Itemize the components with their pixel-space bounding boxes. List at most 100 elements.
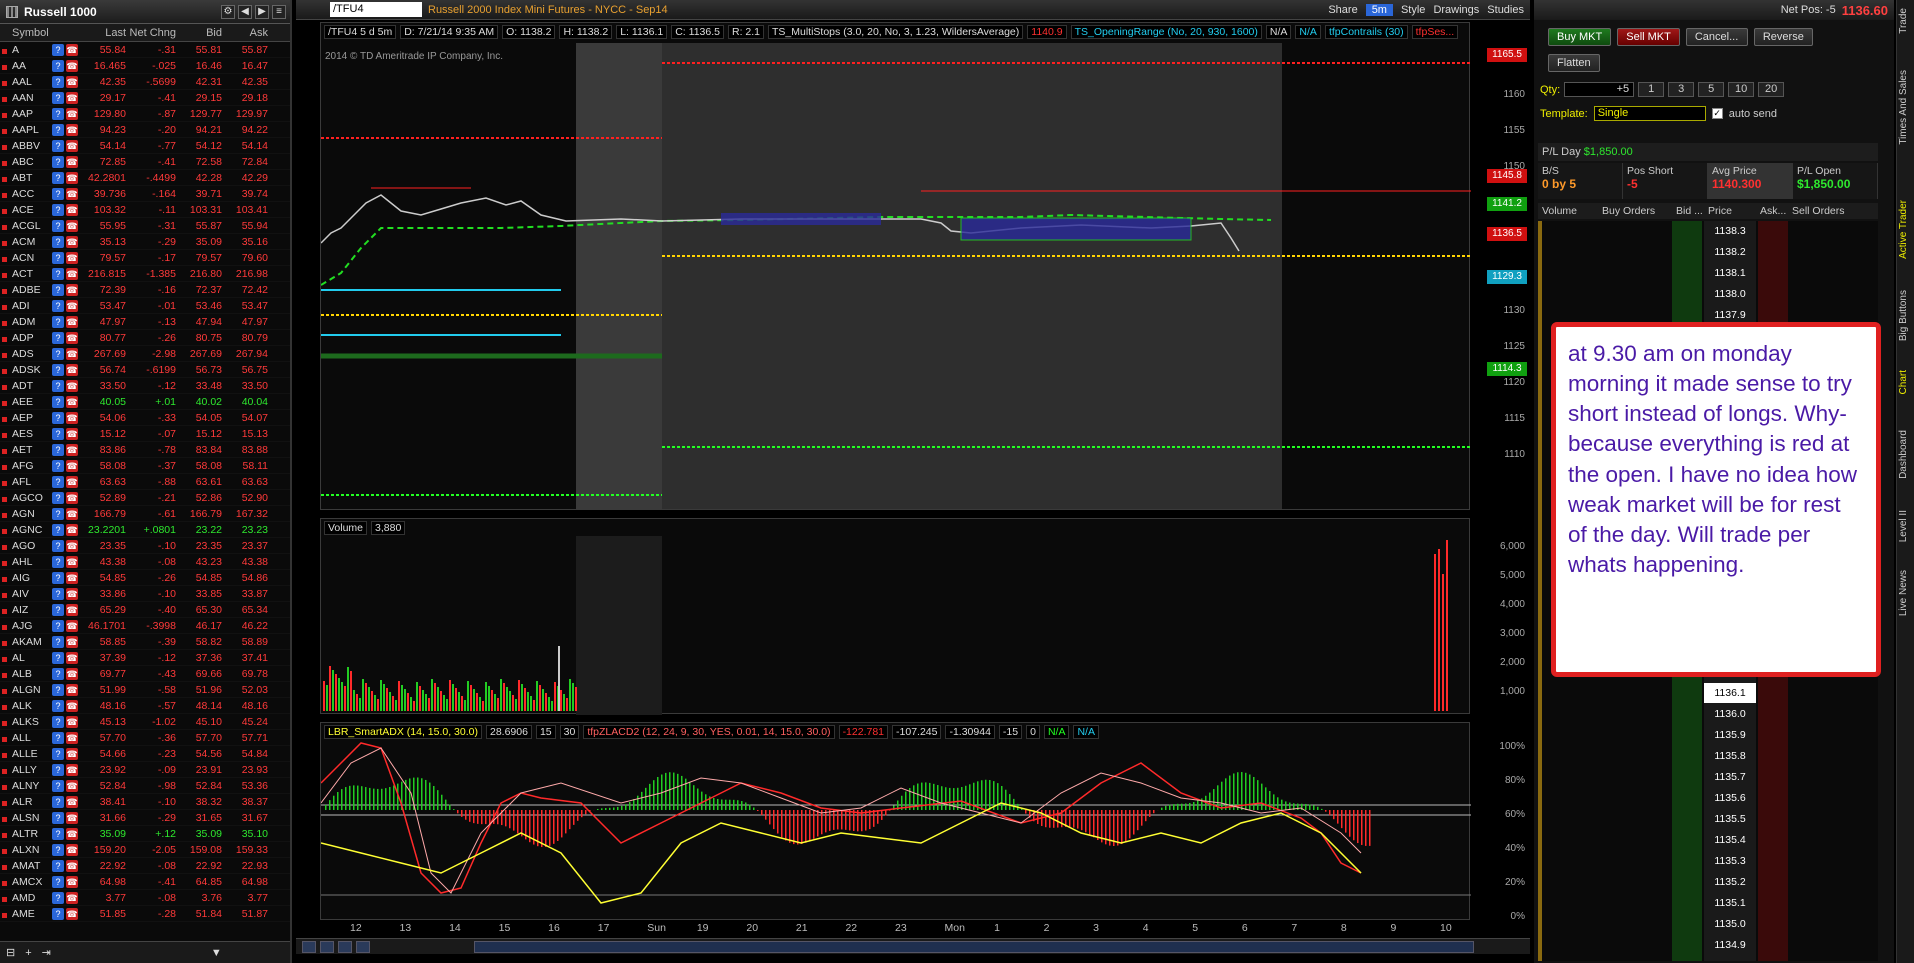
scrollbar[interactable] <box>474 940 1474 953</box>
quote-icon[interactable]: ? <box>52 891 64 904</box>
quote-icon[interactable]: ? <box>52 747 64 760</box>
watchlist-row[interactable]: AGN? ☎ 166.79 -.61 166.79 167.32 <box>0 506 290 522</box>
row-symbol[interactable]: AMAT <box>0 860 52 872</box>
phone-icon[interactable]: ☎ <box>66 523 78 536</box>
ladder-col-header[interactable]: Bid ... <box>1672 203 1704 219</box>
row-symbol[interactable]: ADI <box>0 300 52 312</box>
phone-icon[interactable]: ☎ <box>66 747 78 760</box>
phone-icon[interactable]: ☎ <box>66 907 78 920</box>
timeframe-button[interactable]: 5m <box>1365 3 1393 16</box>
quote-icon[interactable]: ? <box>52 331 64 344</box>
col-bid[interactable]: Bid <box>176 27 222 39</box>
phone-icon[interactable]: ☎ <box>66 459 78 472</box>
phone-icon[interactable]: ☎ <box>66 267 78 280</box>
watchlist-row[interactable]: ADS? ☎ 267.69 -2.98 267.69 267.94 <box>0 346 290 362</box>
phone-icon[interactable]: ☎ <box>66 59 78 72</box>
ladder-price[interactable]: 1136.0 <box>1704 704 1756 724</box>
quote-icon[interactable]: ? <box>52 619 64 632</box>
pointer-icon[interactable] <box>356 940 370 953</box>
row-symbol[interactable]: ACN <box>0 252 52 264</box>
quote-icon[interactable]: ? <box>52 827 64 840</box>
phone-icon[interactable]: ☎ <box>66 779 78 792</box>
phone-icon[interactable]: ☎ <box>66 827 78 840</box>
crosshair-icon[interactable] <box>302 940 316 953</box>
col-last[interactable]: Last <box>80 27 126 39</box>
watchlist-row[interactable]: ALGN? ☎ 51.99 -.58 51.96 52.03 <box>0 682 290 698</box>
quote-icon[interactable]: ? <box>52 651 64 664</box>
phone-icon[interactable]: ☎ <box>66 203 78 216</box>
phone-icon[interactable]: ☎ <box>66 811 78 824</box>
quote-icon[interactable]: ? <box>52 107 64 120</box>
flatten-button[interactable]: Flatten <box>1548 54 1600 72</box>
watchlist-row[interactable]: AAP? ☎ 129.80 -.87 129.77 129.97 <box>0 106 290 122</box>
quote-icon[interactable]: ? <box>52 603 64 616</box>
row-symbol[interactable]: ABT <box>0 172 52 184</box>
watchlist-row[interactable]: ALB? ☎ 69.77 -.43 69.66 69.78 <box>0 666 290 682</box>
phone-icon[interactable]: ☎ <box>66 363 78 376</box>
quote-icon[interactable]: ? <box>52 635 64 648</box>
row-symbol[interactable]: ALSN <box>0 812 52 824</box>
quote-icon[interactable]: ? <box>52 875 64 888</box>
phone-icon[interactable]: ☎ <box>66 507 78 520</box>
row-symbol[interactable]: AGN <box>0 508 52 520</box>
row-symbol[interactable]: ADS <box>0 348 52 360</box>
quote-icon[interactable]: ? <box>52 523 64 536</box>
watchlist-row[interactable]: AMAT? ☎ 22.92 -.08 22.92 22.93 <box>0 858 290 874</box>
quote-icon[interactable]: ? <box>52 779 64 792</box>
collapse-icon[interactable]: ⊟ <box>6 946 15 959</box>
add-icon[interactable]: + <box>25 947 31 959</box>
phone-icon[interactable]: ☎ <box>66 715 78 728</box>
side-tab[interactable]: Trade <box>1898 8 1914 34</box>
watchlist-row[interactable]: ABBV? ☎ 54.14 -.77 54.12 54.14 <box>0 138 290 154</box>
ladder-price[interactable]: 1135.5 <box>1704 809 1756 829</box>
quote-icon[interactable]: ? <box>52 683 64 696</box>
watchlist-row[interactable]: ALK? ☎ 48.16 -.57 48.14 48.16 <box>0 698 290 714</box>
watchlist-row[interactable]: ADBE? ☎ 72.39 -.16 72.37 72.42 <box>0 282 290 298</box>
quote-icon[interactable]: ? <box>52 571 64 584</box>
phone-icon[interactable]: ☎ <box>66 395 78 408</box>
watchlist-row[interactable]: AFL? ☎ 63.63 -.88 63.61 63.63 <box>0 474 290 490</box>
row-symbol[interactable]: ALKS <box>0 716 52 728</box>
side-tab[interactable]: Big Buttons <box>1898 290 1914 341</box>
reverse-button[interactable]: Reverse <box>1753 28 1813 46</box>
quote-icon[interactable]: ? <box>52 267 64 280</box>
phone-icon[interactable]: ☎ <box>66 875 78 888</box>
qty-1-button[interactable]: 1 <box>1638 82 1665 97</box>
qty-3-button[interactable]: 3 <box>1668 82 1695 97</box>
link-icon[interactable]: ⇥ <box>42 946 51 959</box>
col-net-change[interactable]: Net Chng <box>126 27 176 39</box>
quote-icon[interactable]: ? <box>52 171 64 184</box>
row-symbol[interactable]: ALXN <box>0 844 52 856</box>
watchlist-row[interactable]: AAPL? ☎ 94.23 -.20 94.21 94.22 <box>0 122 290 138</box>
row-symbol[interactable]: AEE <box>0 396 52 408</box>
row-symbol[interactable]: ADT <box>0 380 52 392</box>
phone-icon[interactable]: ☎ <box>66 491 78 504</box>
watchlist-row[interactable]: ADM? ☎ 47.97 -.13 47.94 47.97 <box>0 314 290 330</box>
phone-icon[interactable]: ☎ <box>66 427 78 440</box>
watchlist-row[interactable]: ACC? ☎ 39.736 -.164 39.71 39.74 <box>0 186 290 202</box>
phone-icon[interactable]: ☎ <box>66 347 78 360</box>
phone-icon[interactable]: ☎ <box>66 91 78 104</box>
watchlist-row[interactable]: ALSN? ☎ 31.66 -.29 31.65 31.67 <box>0 810 290 826</box>
quote-icon[interactable]: ? <box>52 811 64 824</box>
watchlist-row[interactable]: AGO? ☎ 23.35 -.10 23.35 23.37 <box>0 538 290 554</box>
quote-icon[interactable]: ? <box>52 507 64 520</box>
watchlist-row[interactable]: ALLE? ☎ 54.66 -.23 54.56 54.84 <box>0 746 290 762</box>
phone-icon[interactable]: ☎ <box>66 443 78 456</box>
quote-icon[interactable]: ? <box>52 91 64 104</box>
watchlist-row[interactable]: AA? ☎ 16.465 -.025 16.46 16.47 <box>0 58 290 74</box>
watchlist-row[interactable]: AL? ☎ 37.39 -.12 37.36 37.41 <box>0 650 290 666</box>
row-symbol[interactable]: ALNY <box>0 780 52 792</box>
row-symbol[interactable]: ALK <box>0 700 52 712</box>
watchlist-row[interactable]: ACM? ☎ 35.13 -.29 35.09 35.16 <box>0 234 290 250</box>
watchlist-row[interactable]: ADSK? ☎ 56.74 -.6199 56.73 56.75 <box>0 362 290 378</box>
phone-icon[interactable]: ☎ <box>66 699 78 712</box>
col-ask[interactable]: Ask <box>222 27 272 39</box>
watchlist-row[interactable]: ALTR? ☎ 35.09 +.12 35.09 35.10 <box>0 826 290 842</box>
ladder-price[interactable]: 1138.0 <box>1704 284 1756 304</box>
watchlist-row[interactable]: AJG? ☎ 46.1701 -.3998 46.17 46.22 <box>0 618 290 634</box>
ladder-col-header[interactable]: Volume <box>1538 203 1598 219</box>
ladder-price[interactable]: 1135.4 <box>1704 830 1756 850</box>
row-symbol[interactable]: A <box>0 44 52 56</box>
row-symbol[interactable]: AGNC <box>0 524 52 536</box>
